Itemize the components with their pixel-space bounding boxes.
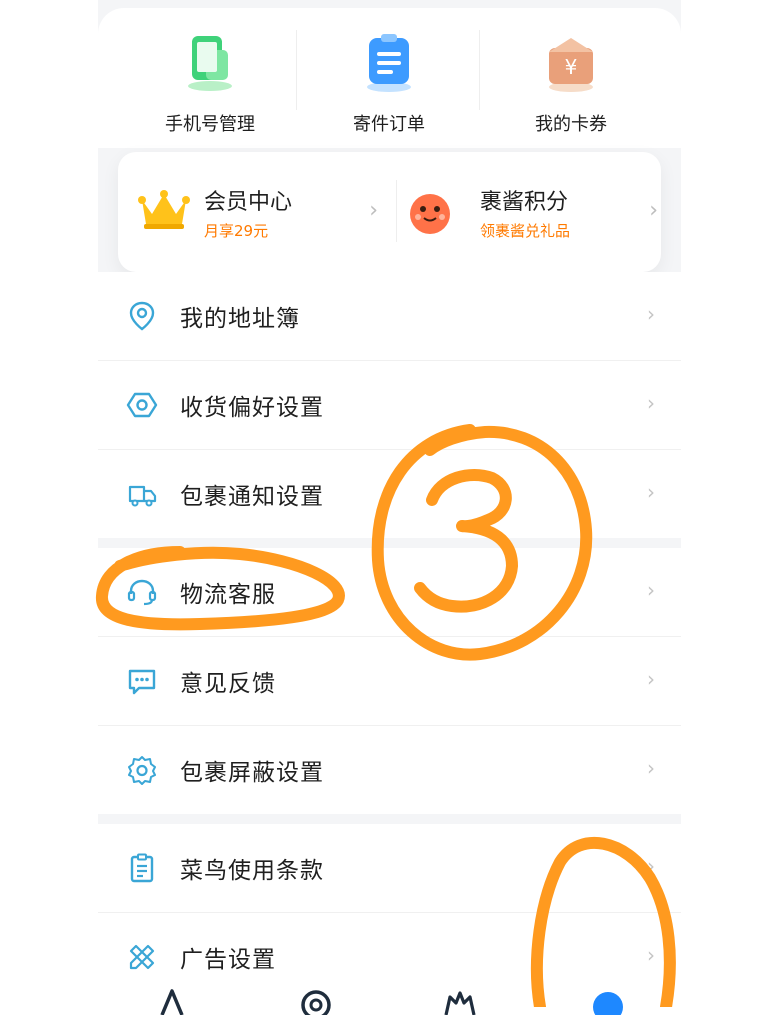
address-book-item[interactable]: 我的地址簿 › [98,272,681,361]
chevron-right-icon: › [647,756,655,780]
chevron-right-icon: › [647,943,655,967]
coupon-button[interactable]: ¥ 我的卡券 [501,30,641,136]
menu-item-label: 包裹屏蔽设置 [180,760,324,786]
quick-actions-panel: 手机号管理 寄件订单 ¥ 我的卡券 [98,8,681,148]
my-tab-icon[interactable] [588,985,628,1015]
member-center-subtitle: 月享29元 [204,222,269,240]
chevron-right-icon: › [369,198,378,223]
delivery-preference-item[interactable]: 收货偏好设置 › [98,361,681,450]
chevron-right-icon: › [647,480,655,504]
package-notification-item[interactable]: 包裹通知设置 › [98,450,681,538]
member-center-entry[interactable]: 会员中心 月享29元 › [118,152,388,272]
shipping-order-icon [357,30,421,94]
divider [479,30,480,110]
quick-action-label: 我的卡券 [535,114,607,135]
shipping-order-button[interactable]: 寄件订单 [319,30,459,136]
service-tab-icon[interactable] [440,985,480,1015]
menu-item-label: 我的地址簿 [180,306,300,332]
phone-manage-icon [178,30,242,94]
chevron-right-icon: › [647,302,655,326]
points-subtitle: 领裹酱兑礼品 [480,222,571,240]
svg-text:¥: ¥ [565,55,578,79]
pencil-ruler-icon [129,944,155,970]
menu-group-service: 物流客服 › 意见反馈 › 包裹屏蔽设置 › [98,548,681,814]
chevron-right-icon: › [647,578,655,602]
quick-action-label: 手机号管理 [165,114,255,135]
discover-tab-icon[interactable] [296,985,336,1015]
chat-bubble-icon [128,669,156,695]
menu-group-terms: 菜鸟使用条款 › 广告设置 › [98,824,681,1001]
hexagon-settings-icon [126,392,158,418]
menu-item-label: 收货偏好设置 [180,395,324,421]
bottom-tab-bar [98,985,681,1015]
delivery-truck-icon [128,485,157,507]
chevron-right-icon: › [649,198,658,223]
member-points-card: 会员中心 月享29元 › 裹酱积分 领裹酱兑礼品 › [118,152,661,272]
divider [296,30,297,110]
menu-group-address: 我的地址簿 › 收货偏好设置 › 包裹通知设置 › [98,272,681,538]
menu-item-label: 广告设置 [180,947,276,973]
location-pin-icon [129,301,155,331]
crown-icon [138,190,190,229]
my-page: 手机号管理 寄件订单 ¥ 我的卡券 会员中心 月享29元 › 裹酱积分 领裹酱兑… [98,0,681,1015]
chevron-right-icon: › [647,391,655,415]
menu-item-label: 包裹通知设置 [180,484,324,510]
divider [396,180,397,242]
chevron-right-icon: › [647,667,655,691]
menu-item-label: 物流客服 [180,582,276,608]
package-block-item[interactable]: 包裹屏蔽设置 › [98,726,681,814]
points-title: 裹酱积分 [480,190,569,215]
home-tab-icon[interactable] [152,985,192,1015]
menu-item-label: 意见反馈 [180,671,276,697]
quick-action-label: 寄件订单 [353,114,425,135]
logistics-service-item[interactable]: 物流客服 › [98,548,681,637]
headset-icon [127,579,157,606]
chevron-right-icon: › [647,854,655,878]
feedback-item[interactable]: 意见反馈 › [98,637,681,726]
mascot-icon [410,194,450,234]
terms-of-use-item[interactable]: 菜鸟使用条款 › [98,824,681,913]
points-entry[interactable]: 裹酱积分 领裹酱兑礼品 › [398,152,668,272]
phone-manage-button[interactable]: 手机号管理 [140,30,280,136]
member-center-title: 会员中心 [204,190,293,215]
menu-item-label: 菜鸟使用条款 [180,858,324,884]
coupon-icon: ¥ [539,30,603,94]
gear-icon [128,756,156,785]
document-icon [130,853,154,883]
